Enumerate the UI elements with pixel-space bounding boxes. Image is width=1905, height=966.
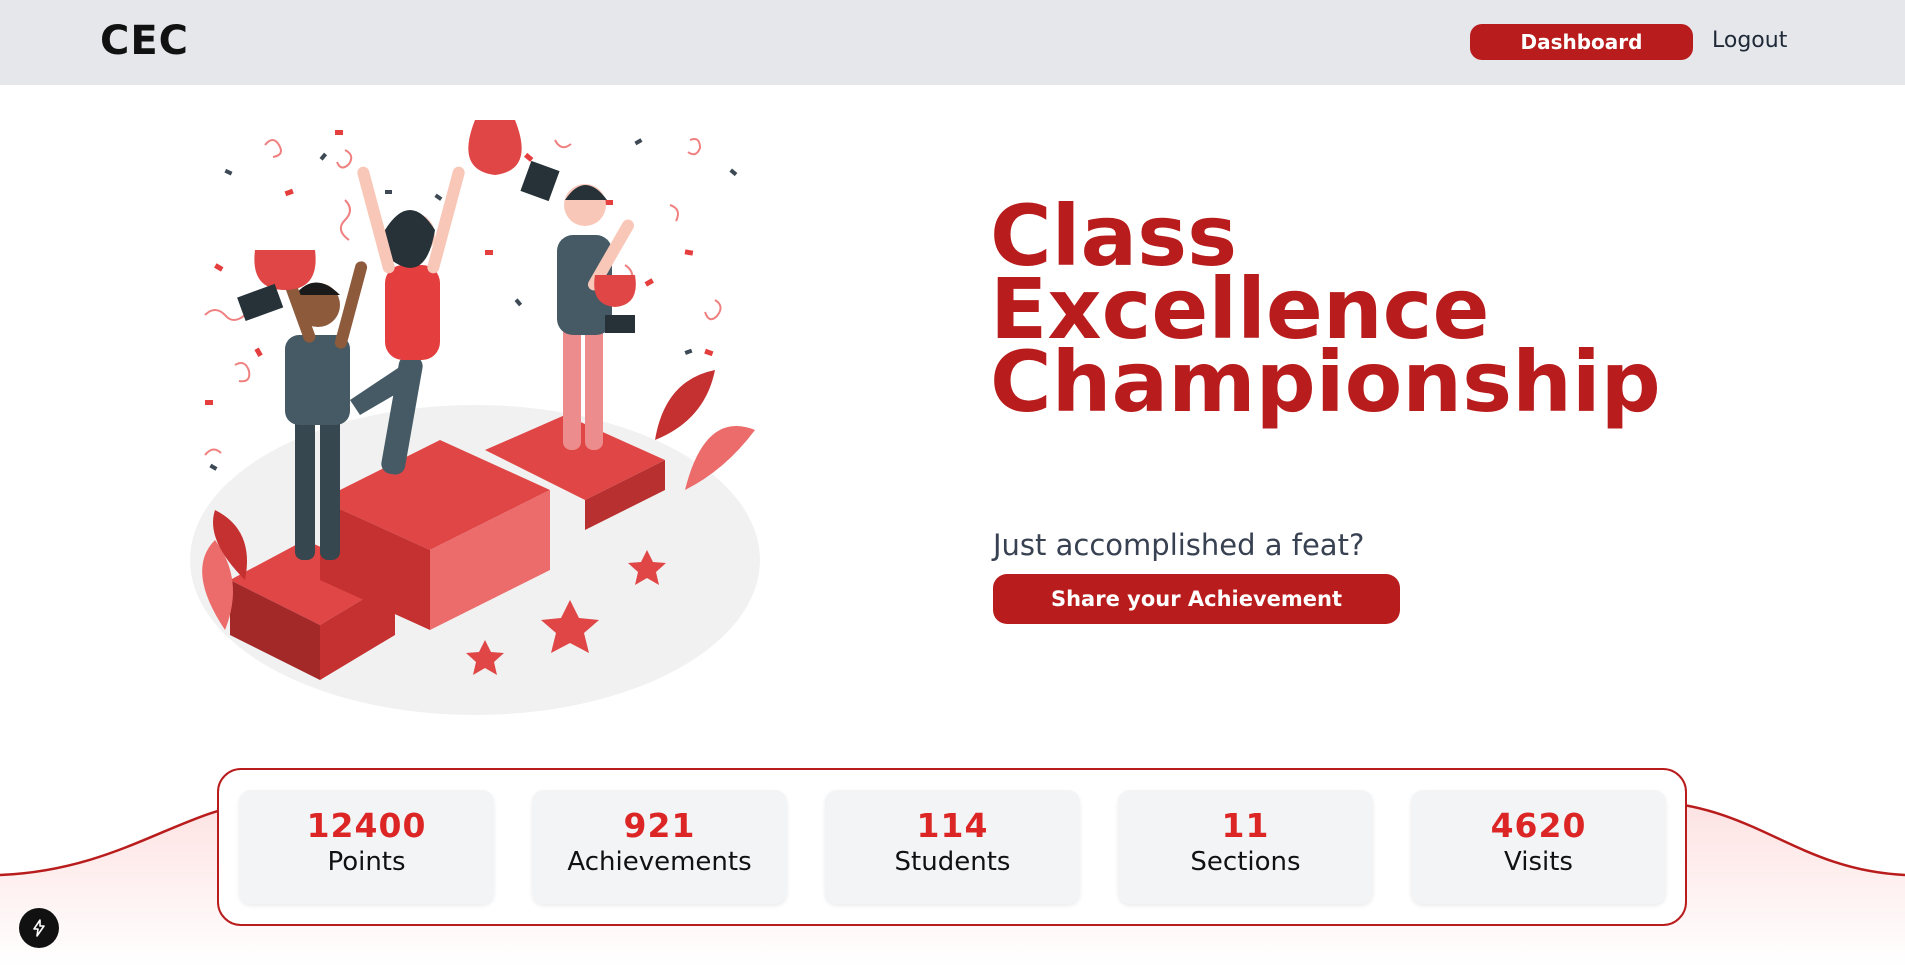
stat-card-points: 12400 Points xyxy=(239,790,494,904)
stat-label: Achievements xyxy=(567,847,752,877)
share-achievement-button[interactable]: Share your Achievement xyxy=(993,574,1400,624)
podium-celebration-illustration xyxy=(190,120,760,715)
brand-logo[interactable]: CEC xyxy=(100,18,189,64)
stat-card-achievements: 921 Achievements xyxy=(532,790,787,904)
stat-label: Students xyxy=(894,847,1011,877)
dashboard-button[interactable]: Dashboard xyxy=(1470,24,1693,60)
stat-label: Visits xyxy=(1504,847,1573,877)
stat-label: Sections xyxy=(1190,847,1301,877)
stat-value: 921 xyxy=(623,806,696,845)
stat-value: 114 xyxy=(916,806,989,845)
stat-value: 4620 xyxy=(1490,806,1587,845)
logout-link[interactable]: Logout xyxy=(1712,28,1787,53)
hero-question: Just accomplished a feat? xyxy=(993,528,1365,562)
stats-panel: 12400 Points 921 Achievements 114 Studen… xyxy=(217,768,1687,926)
stat-value: 11 xyxy=(1221,806,1270,845)
stat-card-students: 114 Students xyxy=(825,790,1080,904)
stat-label: Points xyxy=(327,847,406,877)
hero-title-line: Championship xyxy=(990,333,1661,431)
stat-card-visits: 4620 Visits xyxy=(1411,790,1666,904)
lightning-bolt-icon[interactable] xyxy=(19,908,59,948)
hero-title: Class Excellence Championship xyxy=(990,194,1790,431)
stat-value: 12400 xyxy=(306,806,427,845)
top-nav: CEC Dashboard Logout xyxy=(0,0,1905,85)
stat-card-sections: 11 Sections xyxy=(1118,790,1373,904)
